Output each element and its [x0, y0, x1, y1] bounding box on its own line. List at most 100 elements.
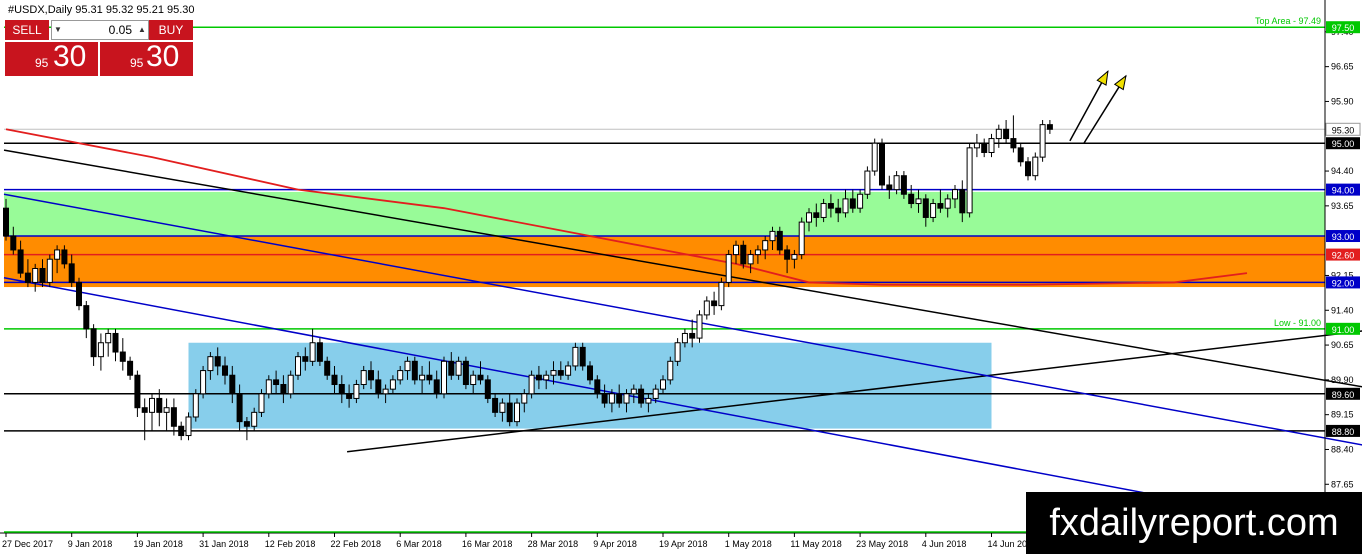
candle-body: [477, 374, 484, 381]
candle-body: [338, 384, 345, 395]
candle-body: [645, 397, 652, 404]
x-tick-label: 16 Mar 2018: [462, 539, 513, 549]
x-tick-label: 1 May 2018: [725, 539, 772, 549]
candle-body: [616, 393, 623, 404]
y-tick-label: 94.40: [1331, 166, 1354, 176]
candle-body: [674, 342, 681, 362]
candle-body: [813, 212, 820, 218]
candle-body: [725, 254, 732, 283]
candle-body: [587, 365, 593, 381]
x-tick-label: 6 Mar 2018: [396, 539, 442, 549]
candle-body: [557, 370, 564, 376]
y-tick-label: 93.65: [1331, 201, 1354, 211]
y-tick-label: 95.90: [1331, 96, 1354, 106]
candle-body: [499, 402, 506, 413]
candle-body: [623, 393, 630, 404]
lot-size-input[interactable]: ▼ 0.05 ▲: [51, 20, 149, 40]
candle-body: [302, 356, 309, 362]
candle-body: [908, 193, 915, 205]
candle-body: [404, 360, 411, 372]
candle-body: [769, 230, 776, 242]
candle-body: [550, 370, 557, 376]
candle-body: [1032, 156, 1039, 177]
candle-body: [784, 249, 791, 260]
candle-body: [762, 240, 769, 251]
candle-body: [222, 365, 228, 376]
candle-body: [10, 235, 17, 251]
candle-body: [681, 332, 688, 344]
candle-body: [265, 379, 272, 395]
y-tick-label: 88.40: [1331, 444, 1354, 454]
candle-body: [857, 193, 864, 209]
candle-body: [711, 300, 718, 307]
candle-body: [966, 147, 973, 214]
zone-1: [4, 236, 1325, 288]
buy-button[interactable]: BUY: [149, 20, 193, 40]
candle-body: [514, 402, 520, 423]
candle-body: [17, 249, 24, 274]
candle-body: [492, 397, 499, 413]
candle-body: [791, 254, 798, 260]
candle-body: [879, 142, 885, 186]
buy-price-button[interactable]: 95 30: [100, 40, 193, 76]
price-tag-91.00: 91.00: [1332, 325, 1355, 335]
watermark-logo: fxdailyreport.com: [1026, 492, 1362, 554]
candle-body: [937, 203, 944, 209]
candle-body: [200, 370, 207, 395]
candle-body: [849, 198, 856, 209]
candle-body: [733, 244, 739, 256]
level-caption: Top Area - 97.49: [1255, 16, 1321, 26]
candle-body: [528, 374, 535, 395]
candle-body: [718, 281, 725, 307]
sell-price-button[interactable]: 95 30: [5, 40, 98, 76]
candle-body: [703, 300, 710, 316]
candle-body: [382, 388, 389, 395]
sell-price-pips: 30: [53, 40, 87, 73]
price-tag-92.60: 92.60: [1332, 251, 1355, 261]
consolidation-box: [188, 342, 992, 429]
candle-body: [959, 189, 966, 214]
candle-body: [389, 379, 396, 390]
level-caption: Low - 91.00: [1274, 318, 1321, 328]
candle-body: [922, 198, 929, 218]
candle-body: [535, 374, 542, 381]
candle-body: [1003, 128, 1010, 140]
candle-body: [871, 142, 878, 172]
candle-body: [397, 370, 404, 381]
candle-body: [258, 393, 265, 413]
candle-body: [952, 189, 958, 200]
chart-canvas: 97.4096.6595.9094.4093.6592.1591.4090.65…: [0, 0, 1362, 549]
lot-increase-icon[interactable]: ▲: [136, 21, 148, 39]
candle-body: [46, 258, 53, 283]
candle-body: [368, 370, 374, 381]
candle-body: [521, 393, 528, 404]
y-tick-label: 87.65: [1331, 479, 1354, 489]
x-tick-label: 23 May 2018: [856, 539, 908, 549]
lot-decrease-icon[interactable]: ▼: [52, 21, 64, 39]
candle-body: [660, 379, 666, 390]
candle-body: [324, 360, 331, 376]
candle-body: [1017, 147, 1024, 163]
candle-body: [170, 407, 177, 427]
candle-body: [141, 407, 148, 413]
candle-body: [638, 388, 645, 404]
candle-body: [1039, 124, 1046, 158]
candle-body: [251, 411, 258, 427]
candle-body: [842, 198, 849, 214]
candle-body: [835, 207, 842, 214]
candle-body: [776, 230, 783, 251]
price-tag-93.00: 93.00: [1332, 232, 1355, 242]
x-tick-label: 11 May 2018: [790, 539, 841, 549]
candle-body: [915, 198, 922, 205]
price-tag-88.80: 88.80: [1332, 427, 1355, 437]
candle-body: [163, 407, 170, 413]
candle-body: [426, 374, 433, 381]
candle-body: [316, 342, 323, 362]
candle-body: [696, 314, 703, 339]
candle-body: [149, 397, 155, 413]
candle-body: [433, 379, 440, 395]
sell-button[interactable]: SELL: [5, 20, 49, 40]
candle-body: [594, 379, 601, 395]
candle-body: [54, 249, 61, 260]
candle-body: [127, 360, 134, 376]
